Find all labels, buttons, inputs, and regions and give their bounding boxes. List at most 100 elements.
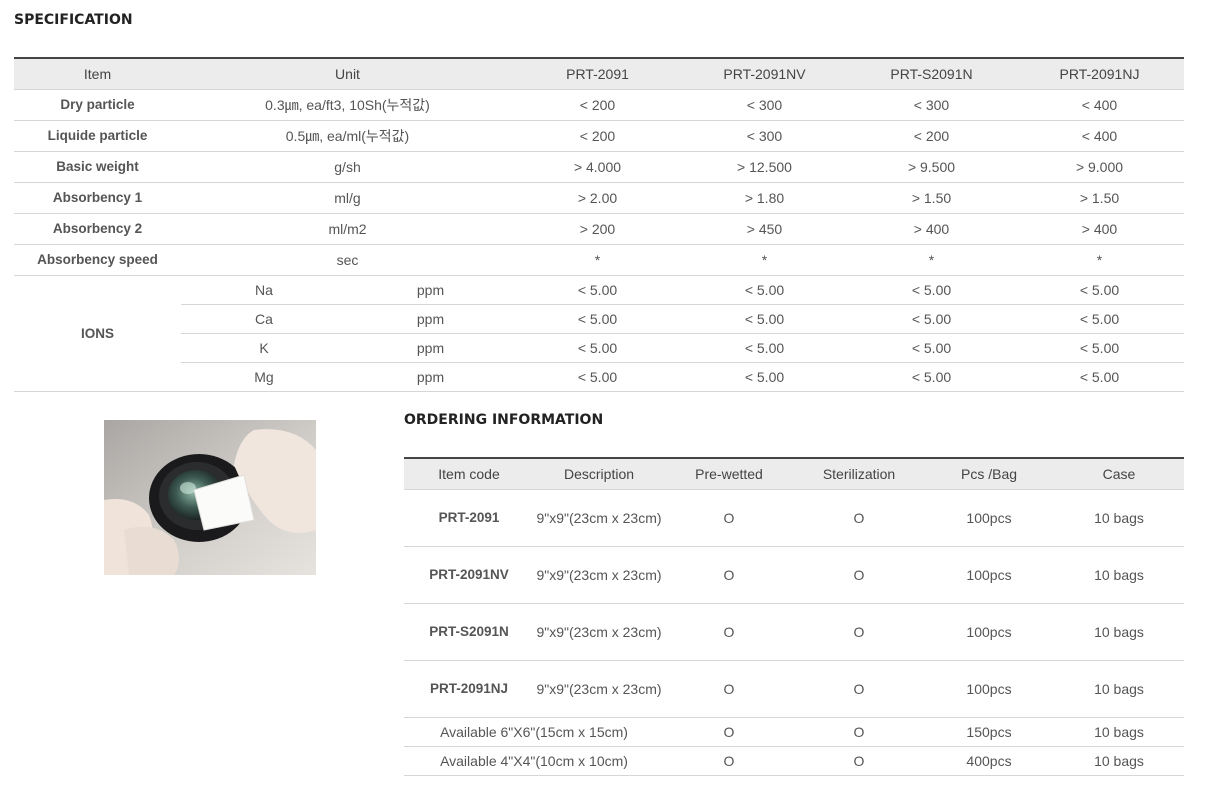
specification-table: Item Unit PRT-2091 PRT-2091NV PRT-S2091N… xyxy=(14,57,1184,392)
spec-value: < 5.00 xyxy=(1015,275,1184,305)
order-case: 10 bags xyxy=(1054,717,1184,747)
table-row: Dry particle 0.3㎛, ea/ft3, 10Sh(누적값) < 2… xyxy=(14,89,1184,121)
order-item-code: PRT-2091NJ xyxy=(404,660,534,718)
spec-value: < 5.00 xyxy=(514,304,681,334)
spec-value: > 200 xyxy=(514,213,681,245)
order-prewetted: O xyxy=(664,717,794,747)
order-header-row: Item code Description Pre-wetted Sterili… xyxy=(404,457,1184,490)
spec-header-col: PRT-2091 xyxy=(514,57,681,90)
order-sterilization: O xyxy=(794,603,924,661)
spec-unit: g/sh xyxy=(181,151,514,183)
ordering-table: Item code Description Pre-wetted Sterili… xyxy=(404,457,1184,776)
spec-header-col: PRT-S2091N xyxy=(848,57,1015,90)
ion-name: K xyxy=(181,333,347,363)
spec-value: < 5.00 xyxy=(848,362,1015,392)
spec-value: < 5.00 xyxy=(514,275,681,305)
table-row: PRT-2091NV 9"x9"(23cm x 23cm) O O 100pcs… xyxy=(404,546,1184,604)
spec-value: > 1.50 xyxy=(848,182,1015,214)
spec-value: < 400 xyxy=(1015,120,1184,152)
table-row: Liquide particle 0.5㎛, ea/ml(누적값) < 200 … xyxy=(14,120,1184,152)
ion-name: Na xyxy=(181,275,347,305)
table-row: Absorbency speed sec * * * * xyxy=(14,244,1184,276)
table-row: IONS Na ppm < 5.00 < 5.00 < 5.00 < 5.00 xyxy=(14,275,1184,392)
spec-item: Absorbency 2 xyxy=(14,213,181,245)
spec-header-col: PRT-2091NV xyxy=(681,57,848,90)
spec-value: > 400 xyxy=(1015,213,1184,245)
spec-value: < 5.00 xyxy=(681,333,848,363)
order-sterilization: O xyxy=(794,746,924,776)
order-prewetted: O xyxy=(664,546,794,604)
spec-item: Dry particle xyxy=(14,89,181,121)
order-header-case: Case xyxy=(1054,457,1184,490)
order-prewetted: O xyxy=(664,603,794,661)
spec-value: < 5.00 xyxy=(1015,333,1184,363)
table-row: Available 6"X6"(15cm x 15cm) O O 150pcs … xyxy=(404,717,1184,747)
spec-value: > 9.000 xyxy=(1015,151,1184,183)
spec-value: < 5.00 xyxy=(681,304,848,334)
table-row: K ppm < 5.00 < 5.00 < 5.00 < 5.00 xyxy=(14,333,1184,363)
order-pcs: 100pcs xyxy=(924,660,1054,718)
table-row: Ca ppm < 5.00 < 5.00 < 5.00 < 5.00 xyxy=(14,304,1184,334)
table-row: Absorbency 1 ml/g > 2.00 > 1.80 > 1.50 >… xyxy=(14,182,1184,214)
spec-value: < 200 xyxy=(514,120,681,152)
spec-value: > 4.000 xyxy=(514,151,681,183)
order-header-pcs: Pcs /Bag xyxy=(924,457,1054,490)
spec-value: < 400 xyxy=(1015,89,1184,121)
spec-value: < 200 xyxy=(514,89,681,121)
spec-value: < 5.00 xyxy=(514,333,681,363)
order-sterilization: O xyxy=(794,546,924,604)
order-item-code: PRT-S2091N xyxy=(404,603,534,661)
ion-name: Ca xyxy=(181,304,347,334)
lens-cleaning-illustration xyxy=(104,420,316,575)
order-pcs: 100pcs xyxy=(924,489,1054,547)
order-available-size: Available 4"X4"(10cm x 10cm) xyxy=(404,746,664,776)
spec-item: Liquide particle xyxy=(14,120,181,152)
order-description: 9"x9"(23cm x 23cm) xyxy=(534,546,664,604)
order-item-code: PRT-2091 xyxy=(404,489,534,547)
spec-value: < 5.00 xyxy=(848,304,1015,334)
order-case: 10 bags xyxy=(1054,660,1184,718)
spec-value: * xyxy=(681,244,848,276)
ion-unit: ppm xyxy=(347,304,514,334)
order-pcs: 400pcs xyxy=(924,746,1054,776)
spec-header-row: Item Unit PRT-2091 PRT-2091NV PRT-S2091N… xyxy=(14,57,1184,90)
spec-unit: 0.3㎛, ea/ft3, 10Sh(누적값) xyxy=(181,89,514,121)
order-case: 10 bags xyxy=(1054,603,1184,661)
ion-unit: ppm xyxy=(347,333,514,363)
product-photo xyxy=(104,420,316,575)
order-header-item-code: Item code xyxy=(404,457,534,490)
spec-value: < 5.00 xyxy=(514,362,681,392)
table-row: Available 4"X4"(10cm x 10cm) O O 400pcs … xyxy=(404,746,1184,776)
order-header-sterilization: Sterilization xyxy=(794,457,924,490)
table-row: Basic weight g/sh > 4.000 > 12.500 > 9.5… xyxy=(14,151,1184,183)
order-prewetted: O xyxy=(664,489,794,547)
spec-value: < 5.00 xyxy=(681,362,848,392)
ordering-title: ORDERING INFORMATION xyxy=(404,412,604,428)
spec-header-col: PRT-2091NJ xyxy=(1015,57,1184,90)
spec-value: > 400 xyxy=(848,213,1015,245)
spec-value: < 5.00 xyxy=(1015,362,1184,392)
order-case: 10 bags xyxy=(1054,746,1184,776)
spec-value: < 200 xyxy=(848,120,1015,152)
ion-unit: ppm xyxy=(347,362,514,392)
order-pcs: 100pcs xyxy=(924,603,1054,661)
order-pcs: 150pcs xyxy=(924,717,1054,747)
spec-unit: ml/g xyxy=(181,182,514,214)
ion-name: Mg xyxy=(181,362,347,392)
spec-value: < 5.00 xyxy=(681,275,848,305)
order-sterilization: O xyxy=(794,489,924,547)
spec-value: > 2.00 xyxy=(514,182,681,214)
ions-label: IONS xyxy=(14,275,181,392)
spec-value: * xyxy=(848,244,1015,276)
spec-item: Basic weight xyxy=(14,151,181,183)
order-sterilization: O xyxy=(794,717,924,747)
spec-unit: sec xyxy=(181,244,514,276)
spec-value: > 450 xyxy=(681,213,848,245)
spec-value: < 300 xyxy=(848,89,1015,121)
spec-value: < 300 xyxy=(681,89,848,121)
spec-value: > 1.80 xyxy=(681,182,848,214)
order-case: 10 bags xyxy=(1054,489,1184,547)
table-row: Absorbency 2 ml/m2 > 200 > 450 > 400 > 4… xyxy=(14,213,1184,245)
spec-header-item: Item xyxy=(14,57,181,90)
table-row: PRT-2091 9"x9"(23cm x 23cm) O O 100pcs 1… xyxy=(404,489,1184,547)
